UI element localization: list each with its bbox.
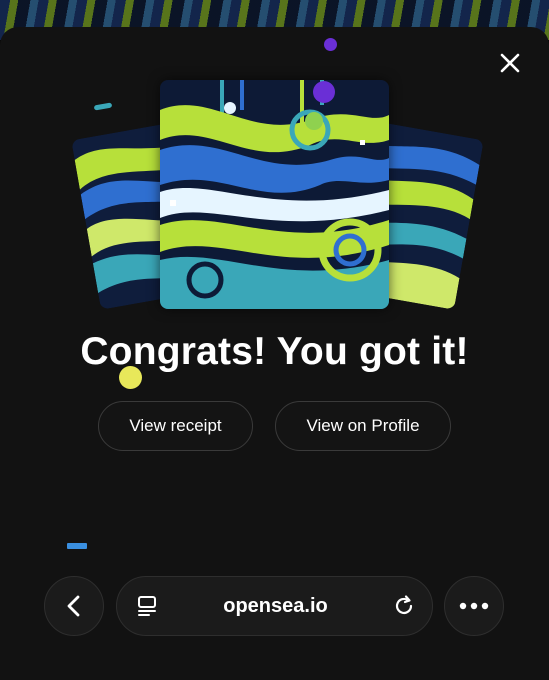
address-bar[interactable]: opensea.io bbox=[116, 576, 433, 636]
success-headline: Congrats! You got it! bbox=[80, 330, 469, 373]
nft-artwork-stack bbox=[71, 78, 484, 313]
reload-icon[interactable] bbox=[392, 594, 416, 618]
view-receipt-button[interactable]: View receipt bbox=[98, 401, 253, 451]
more-options-button[interactable] bbox=[444, 576, 504, 636]
close-button[interactable] bbox=[493, 46, 527, 80]
view-on-profile-button[interactable]: View on Profile bbox=[275, 401, 451, 451]
confetti-green bbox=[305, 112, 323, 130]
confetti-purple-small bbox=[324, 38, 337, 51]
nft-image-main bbox=[160, 80, 389, 309]
url-text: opensea.io bbox=[223, 594, 328, 617]
browser-toolbar: opensea.io bbox=[0, 575, 549, 637]
more-icon bbox=[459, 602, 489, 610]
modal-actions: View receipt View on Profile bbox=[0, 401, 549, 451]
chevron-left-icon bbox=[67, 595, 80, 617]
tabs-icon[interactable] bbox=[135, 594, 159, 618]
page: Congrats! You got it! View receipt View … bbox=[0, 0, 549, 680]
back-button[interactable] bbox=[44, 576, 104, 636]
close-icon bbox=[500, 53, 520, 73]
confetti-blue bbox=[67, 543, 87, 549]
confetti-purple-large bbox=[313, 81, 335, 103]
